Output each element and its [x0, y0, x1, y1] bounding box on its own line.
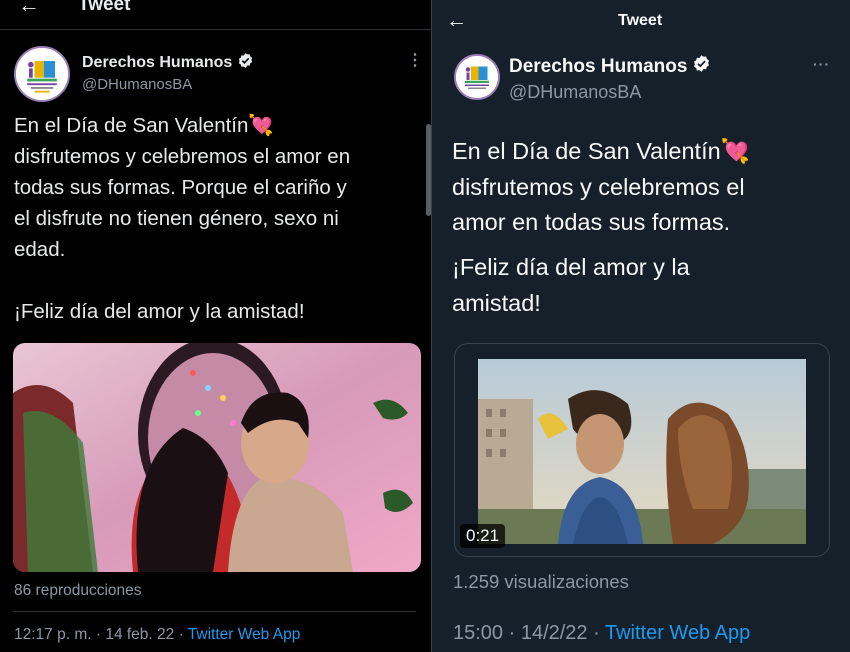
source-link[interactable]: Twitter Web App	[188, 626, 301, 643]
account-name-text: Derechos Humanos	[82, 54, 233, 71]
avatar[interactable]	[14, 46, 70, 102]
left-tweet-panel: ← Tweet Derechos Humanos @DHumanosBA ⋮ E…	[0, 0, 432, 652]
account-name-text: Derechos Humanos	[509, 55, 688, 77]
arrow-left-icon[interactable]: ←	[18, 0, 40, 18]
timestamp[interactable]: 15:00 · 14/2/22 ·	[453, 622, 605, 644]
account-name[interactable]: Derechos Humanos	[82, 52, 254, 74]
more-options-icon[interactable]: ···	[813, 56, 830, 72]
divider	[13, 611, 416, 612]
tweet-text: En el Día de San Valentín💘 disfrutemos y…	[14, 114, 351, 323]
tweet-text-closing: ¡Feliz día del amor y la amistad!	[452, 254, 690, 316]
view-count: 86 reproducciones	[14, 582, 142, 599]
source-link[interactable]: Twitter Web App	[605, 622, 750, 644]
tweet-text: En el Día de San Valentín💘 disfrutemos y…	[452, 138, 750, 235]
more-options-icon[interactable]: ⋮	[407, 50, 424, 70]
video-duration-badge: 0:21	[460, 524, 506, 548]
timestamp-row: 12:17 p. m. · 14 feb. 22 · Twitter Web A…	[14, 626, 300, 644]
video-card-border	[454, 343, 830, 557]
timestamp-row: 15:00 · 14/2/22 · Twitter Web App	[453, 622, 750, 645]
avatar[interactable]	[454, 54, 500, 100]
header-bar: ← Tweet	[0, 0, 432, 30]
verified-badge-icon	[692, 54, 711, 79]
account-handle[interactable]: @DHumanosBA	[509, 82, 641, 103]
verified-badge-icon	[237, 52, 254, 74]
account-handle[interactable]: @DHumanosBA	[82, 76, 192, 93]
arrow-left-icon[interactable]: ←	[446, 9, 467, 33]
header-title: Tweet	[618, 12, 663, 29]
account-name[interactable]: Derechos Humanos	[509, 54, 711, 79]
tweet-video[interactable]	[13, 343, 421, 572]
header-title: Tweet	[78, 0, 131, 15]
timestamp[interactable]: 12:17 p. m. · 14 feb. 22 ·	[14, 626, 188, 643]
right-tweet-panel: ← Tweet Derechos Humanos @DHumanosBA ···…	[432, 0, 850, 652]
view-count: 1.259 visualizaciones	[453, 571, 629, 592]
